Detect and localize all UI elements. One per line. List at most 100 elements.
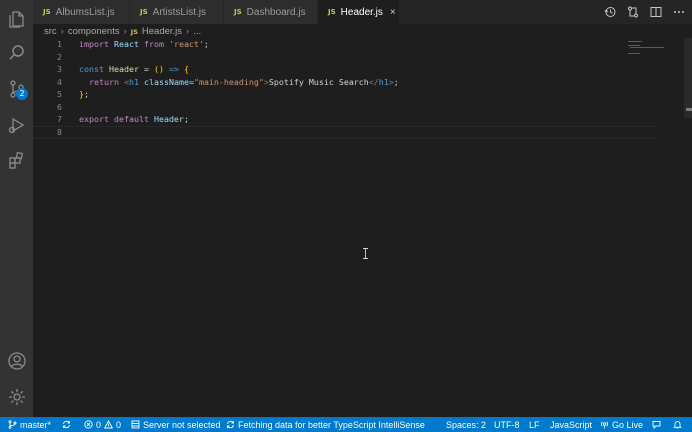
code-token: ; xyxy=(183,114,189,124)
more-actions-icon[interactable] xyxy=(672,5,686,19)
breadcrumb-src[interactable]: src xyxy=(44,26,57,37)
code-line[interactable]: 5}; xyxy=(33,88,633,101)
code-token: default xyxy=(113,114,149,124)
line-number: 2 xyxy=(57,51,62,62)
notifications-button[interactable] xyxy=(673,417,682,432)
editor-tabs: JS AlbumsList.js JS ArtistsList.js JS Da… xyxy=(33,0,692,24)
git-branch-icon xyxy=(8,420,17,429)
breadcrumb-components[interactable]: components xyxy=(68,26,120,37)
extensions-icon[interactable] xyxy=(0,143,33,176)
code-text: export default Header; xyxy=(79,113,189,126)
tab-label: AlbumsList.js xyxy=(55,6,115,18)
branch-name: master* xyxy=(20,419,52,430)
code-token: return xyxy=(89,76,119,87)
settings-gear-icon[interactable] xyxy=(0,380,33,413)
code-token: () xyxy=(153,64,164,74)
minimap[interactable] xyxy=(628,40,684,60)
code-token: 'react' xyxy=(168,39,204,49)
code-token: Header xyxy=(153,114,184,124)
code-line[interactable]: 6 xyxy=(33,101,633,114)
breadcrumb: src › components › JS Header.js › ... xyxy=(44,25,201,38)
tab-label: Header.js xyxy=(340,6,383,18)
timeline-history-icon[interactable] xyxy=(603,5,617,19)
code-token: import xyxy=(79,39,109,49)
go-live-text: Go Live xyxy=(612,419,644,430)
code-token: "main-heading" xyxy=(193,76,264,87)
code-line[interactable]: 1 import React from 'react'; xyxy=(33,38,633,51)
line-number: 4 xyxy=(57,76,62,87)
broadcast-icon xyxy=(600,421,609,429)
code-token: ; xyxy=(393,76,399,87)
error-icon xyxy=(84,420,93,429)
sync-icon xyxy=(63,420,70,429)
code-token: React xyxy=(113,39,139,49)
language-mode-status[interactable]: JavaScript xyxy=(550,417,592,432)
code-line[interactable]: 2 xyxy=(33,51,633,64)
go-live-button[interactable]: Go Live xyxy=(600,417,643,432)
code-token: => xyxy=(168,64,179,74)
eol-status[interactable]: LF xyxy=(529,417,540,432)
scm-badge: 2 xyxy=(16,88,28,100)
encoding-status[interactable]: UTF-8 xyxy=(494,417,520,432)
code-line[interactable]: 8 xyxy=(33,126,633,139)
tab-label: Dashboard.js xyxy=(246,6,306,18)
bell-icon xyxy=(673,421,682,429)
tab-label: ArtistsList.js xyxy=(152,6,206,18)
sync-button[interactable] xyxy=(62,417,71,432)
eol-text: LF xyxy=(529,419,540,430)
tab-dashboard[interactable]: JS Dashboard.js xyxy=(224,0,318,24)
breadcrumb-symbol[interactable]: ... xyxy=(193,26,201,37)
problems-status[interactable]: 0 0 xyxy=(84,417,121,432)
encoding-text: UTF-8 xyxy=(494,419,520,430)
code-line[interactable]: 7 export default Header; xyxy=(33,113,633,126)
line-number: 7 xyxy=(57,114,62,124)
split-editor-icon[interactable] xyxy=(649,5,663,19)
loading-sync-icon xyxy=(227,420,234,429)
branch-status[interactable]: master* xyxy=(8,417,51,432)
vertical-scrollbar[interactable] xyxy=(684,38,692,118)
explorer-icon[interactable] xyxy=(0,2,33,35)
search-icon[interactable] xyxy=(0,36,33,69)
chevron-right-icon: › xyxy=(123,26,127,37)
text-cursor-ibeam-icon xyxy=(363,248,368,259)
warning-count: 0 xyxy=(116,419,122,430)
fetching-status: Fetching data for better TypeScript Inte… xyxy=(226,417,425,432)
line-number: 5 xyxy=(57,89,62,99)
chevron-right-icon: › xyxy=(60,26,64,37)
breadcrumb-file[interactable]: Header.js xyxy=(142,26,182,37)
open-changes-icon[interactable] xyxy=(626,5,640,19)
error-count: 0 xyxy=(96,419,102,430)
code-text: import React from 'react'; xyxy=(79,38,209,51)
run-debug-icon[interactable] xyxy=(0,108,33,141)
source-control-icon[interactable]: 2 xyxy=(0,72,33,105)
code-token: from xyxy=(143,39,164,49)
fetching-text: Fetching data for better TypeScript Inte… xyxy=(238,419,425,430)
close-tab-icon[interactable]: × xyxy=(390,7,396,18)
indentation-status[interactable]: Spaces: 2 xyxy=(446,417,486,432)
status-bar: master* 0 0 Server not selected Fetching… xyxy=(0,417,692,432)
code-line[interactable]: 3 const Header = () => { xyxy=(33,63,633,76)
code-text: return <h1 className="main-heading">Spot… xyxy=(79,76,399,89)
line-number: 3 xyxy=(57,64,62,74)
feedback-icon xyxy=(652,421,661,429)
code-text: const Header = () => { xyxy=(79,63,189,76)
tab-albumslist[interactable]: JS AlbumsList.js xyxy=(33,0,130,24)
spaces-text: Spaces: 2 xyxy=(446,419,487,430)
code-token: export xyxy=(79,114,109,124)
server-status[interactable]: Server not selected xyxy=(131,417,221,432)
account-icon[interactable] xyxy=(0,344,33,377)
code-editor[interactable]: 1 import React from 'react'; 2 3 const Heade… xyxy=(33,38,692,417)
feedback-button[interactable] xyxy=(652,417,661,432)
warning-icon xyxy=(104,420,114,429)
tab-header[interactable]: JS Header.js × xyxy=(318,0,400,24)
tab-artistslist[interactable]: JS ArtistsList.js xyxy=(130,0,224,24)
code-token: </ xyxy=(368,76,379,87)
code-line[interactable]: 4 return <h1 className="main-heading">Sp… xyxy=(33,76,633,89)
line-number: 1 xyxy=(57,39,62,49)
js-file-icon: JS xyxy=(234,8,242,16)
server-text: Server not selected xyxy=(143,419,221,430)
code-token: { xyxy=(183,64,189,74)
code-token: Spotify Music Search xyxy=(268,76,369,87)
chevron-right-icon: › xyxy=(186,26,190,37)
